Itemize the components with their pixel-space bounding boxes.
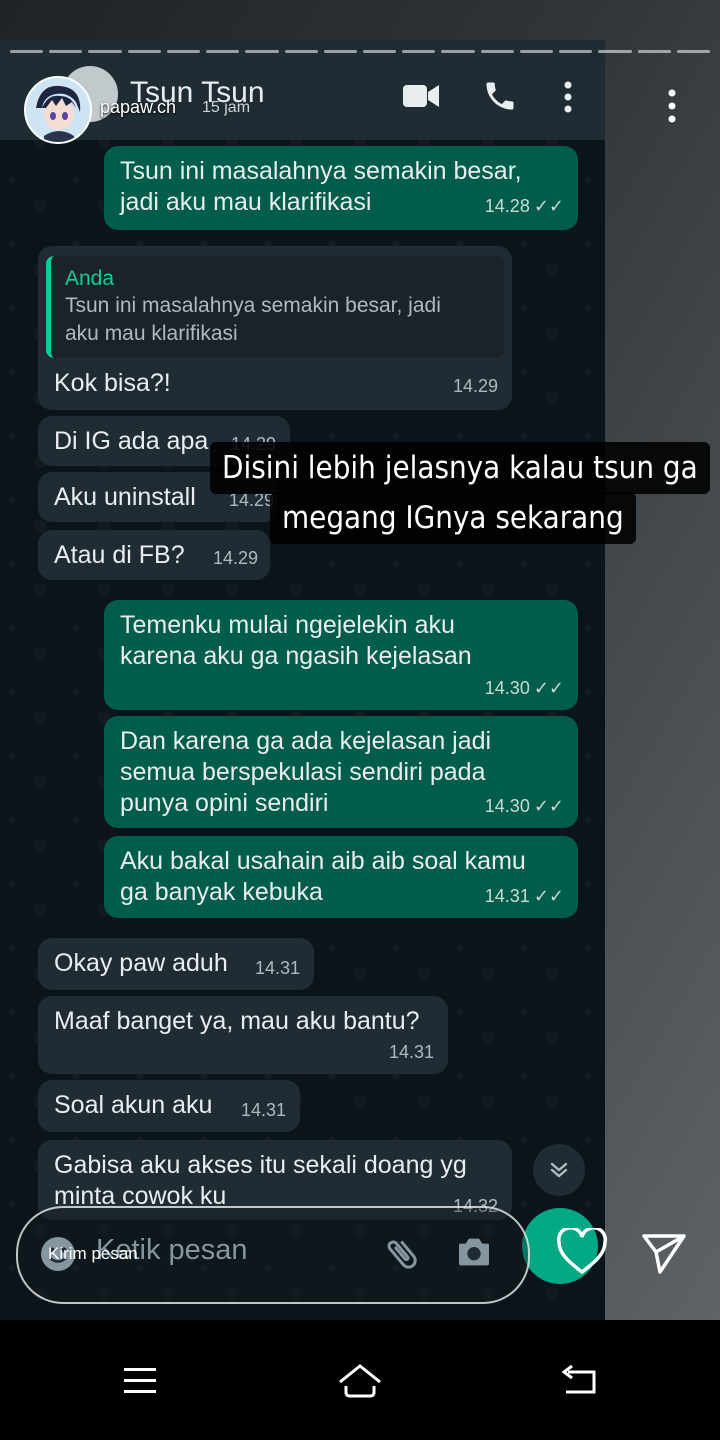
send-icon[interactable]: [640, 1228, 688, 1276]
message-outgoing[interactable]: Aku bakal usahain aib aib soal kamu ga b…: [104, 836, 578, 918]
story-user-avatar[interactable]: [24, 76, 92, 144]
story-reply-input[interactable]: Ketik pesan Kirim pesan: [16, 1206, 530, 1304]
message-text: Atau di FB?: [54, 541, 185, 569]
message-text-line: Aku bakal usahain aib aib soal kamu: [120, 847, 526, 875]
message-text: Di IG ada apa: [54, 427, 209, 455]
nav-home-icon[interactable]: [336, 1358, 384, 1402]
attach-icon: [387, 1240, 417, 1269]
story-caption-line: megang IGnya sekarang: [270, 492, 636, 544]
message-text: Kok bisa?!: [54, 369, 171, 397]
story-timestamp: 15 jam: [202, 99, 251, 116]
camera-icon: [459, 1238, 489, 1266]
message-time: 14.29: [452, 376, 498, 396]
message-time: 14.28: [484, 196, 530, 216]
scroll-to-bottom-button[interactable]: [533, 1144, 585, 1196]
story-more-icon[interactable]: [660, 88, 684, 124]
message-incoming[interactable]: Maaf banget ya, mau aku bantu? 14.31: [38, 996, 448, 1074]
message-text: Soal akun aku: [54, 1091, 213, 1119]
nav-back-icon[interactable]: [560, 1358, 600, 1402]
message-text: Maaf banget ya, mau aku bantu?: [54, 1007, 420, 1035]
message-text: Okay paw aduh: [54, 949, 228, 977]
anime-avatar-icon: [26, 78, 90, 142]
message-time: 14.30: [484, 678, 530, 698]
message-time: 14.31: [388, 1042, 434, 1062]
message-outgoing[interactable]: Dan karena ga ada kejelasan jadi semua b…: [104, 716, 578, 828]
message-text-line: semua berspekulasi sendiri pada: [120, 758, 486, 786]
message-time: 14.31: [240, 1100, 286, 1120]
message-text-line: Gabisa aku akses itu sekali doang yg: [54, 1151, 467, 1179]
double-check-icon: ✓✓: [533, 796, 564, 816]
quoted-sender: Anda: [65, 267, 115, 290]
quoted-text: aku mau klarifikasi: [65, 322, 238, 345]
story-progress-bar: [10, 50, 710, 53]
heart-icon[interactable]: [556, 1228, 608, 1276]
message-text-line: Tsun ini masalahnya semakin besar,: [120, 157, 522, 185]
voice-call-icon: [486, 82, 514, 110]
nav-menu-icon[interactable]: [122, 1358, 158, 1402]
quoted-text: Tsun ini masalahnya semakin besar, jadi: [65, 294, 441, 317]
quoted-message[interactable]: Anda Tsun ini masalahnya semakin besar, …: [46, 256, 504, 358]
message-time: 14.29: [212, 548, 258, 568]
message-text-line: karena aku ga ngasih kejelasan: [120, 642, 472, 670]
android-nav-bar: [0, 1320, 720, 1440]
story-viewer: Tsun Tsun papaw.ch 15 jam Tsun ini masal…: [0, 0, 720, 1320]
double-check-icon: ✓✓: [533, 196, 564, 216]
message-time: 14.31: [484, 886, 530, 906]
message-incoming[interactable]: Atau di FB? 14.29: [38, 530, 270, 580]
video-call-icon: [403, 85, 439, 107]
double-check-icon: ✓✓: [533, 886, 564, 906]
message-outgoing[interactable]: Temenku mulai ngejelekin aku karena aku …: [104, 600, 578, 710]
message-incoming-reply[interactable]: Anda Tsun ini masalahnya semakin besar, …: [38, 246, 512, 410]
double-check-icon: ✓✓: [533, 678, 564, 698]
reply-placeholder: Kirim pesan: [48, 1244, 138, 1263]
message-text: Aku uninstall: [54, 483, 196, 511]
message-text-line: Temenku mulai ngejelekin aku: [120, 611, 455, 639]
message-time: 14.30: [484, 796, 530, 816]
chevron-down-icon: [550, 1162, 568, 1178]
message-time: 14.31: [254, 958, 300, 978]
menu-dots-icon: [564, 81, 572, 113]
message-incoming[interactable]: Soal akun aku 14.31: [38, 1080, 300, 1132]
message-text-line: Dan karena ga ada kejelasan jadi: [120, 727, 492, 755]
message-incoming[interactable]: Okay paw aduh 14.31: [38, 938, 314, 990]
message-outgoing[interactable]: Tsun ini masalahnya semakin besar, jadi …: [104, 146, 578, 230]
story-username[interactable]: papaw.ch: [100, 97, 176, 118]
story-caption-line: Disini lebih jelasnya kalau tsun ga: [210, 442, 710, 494]
